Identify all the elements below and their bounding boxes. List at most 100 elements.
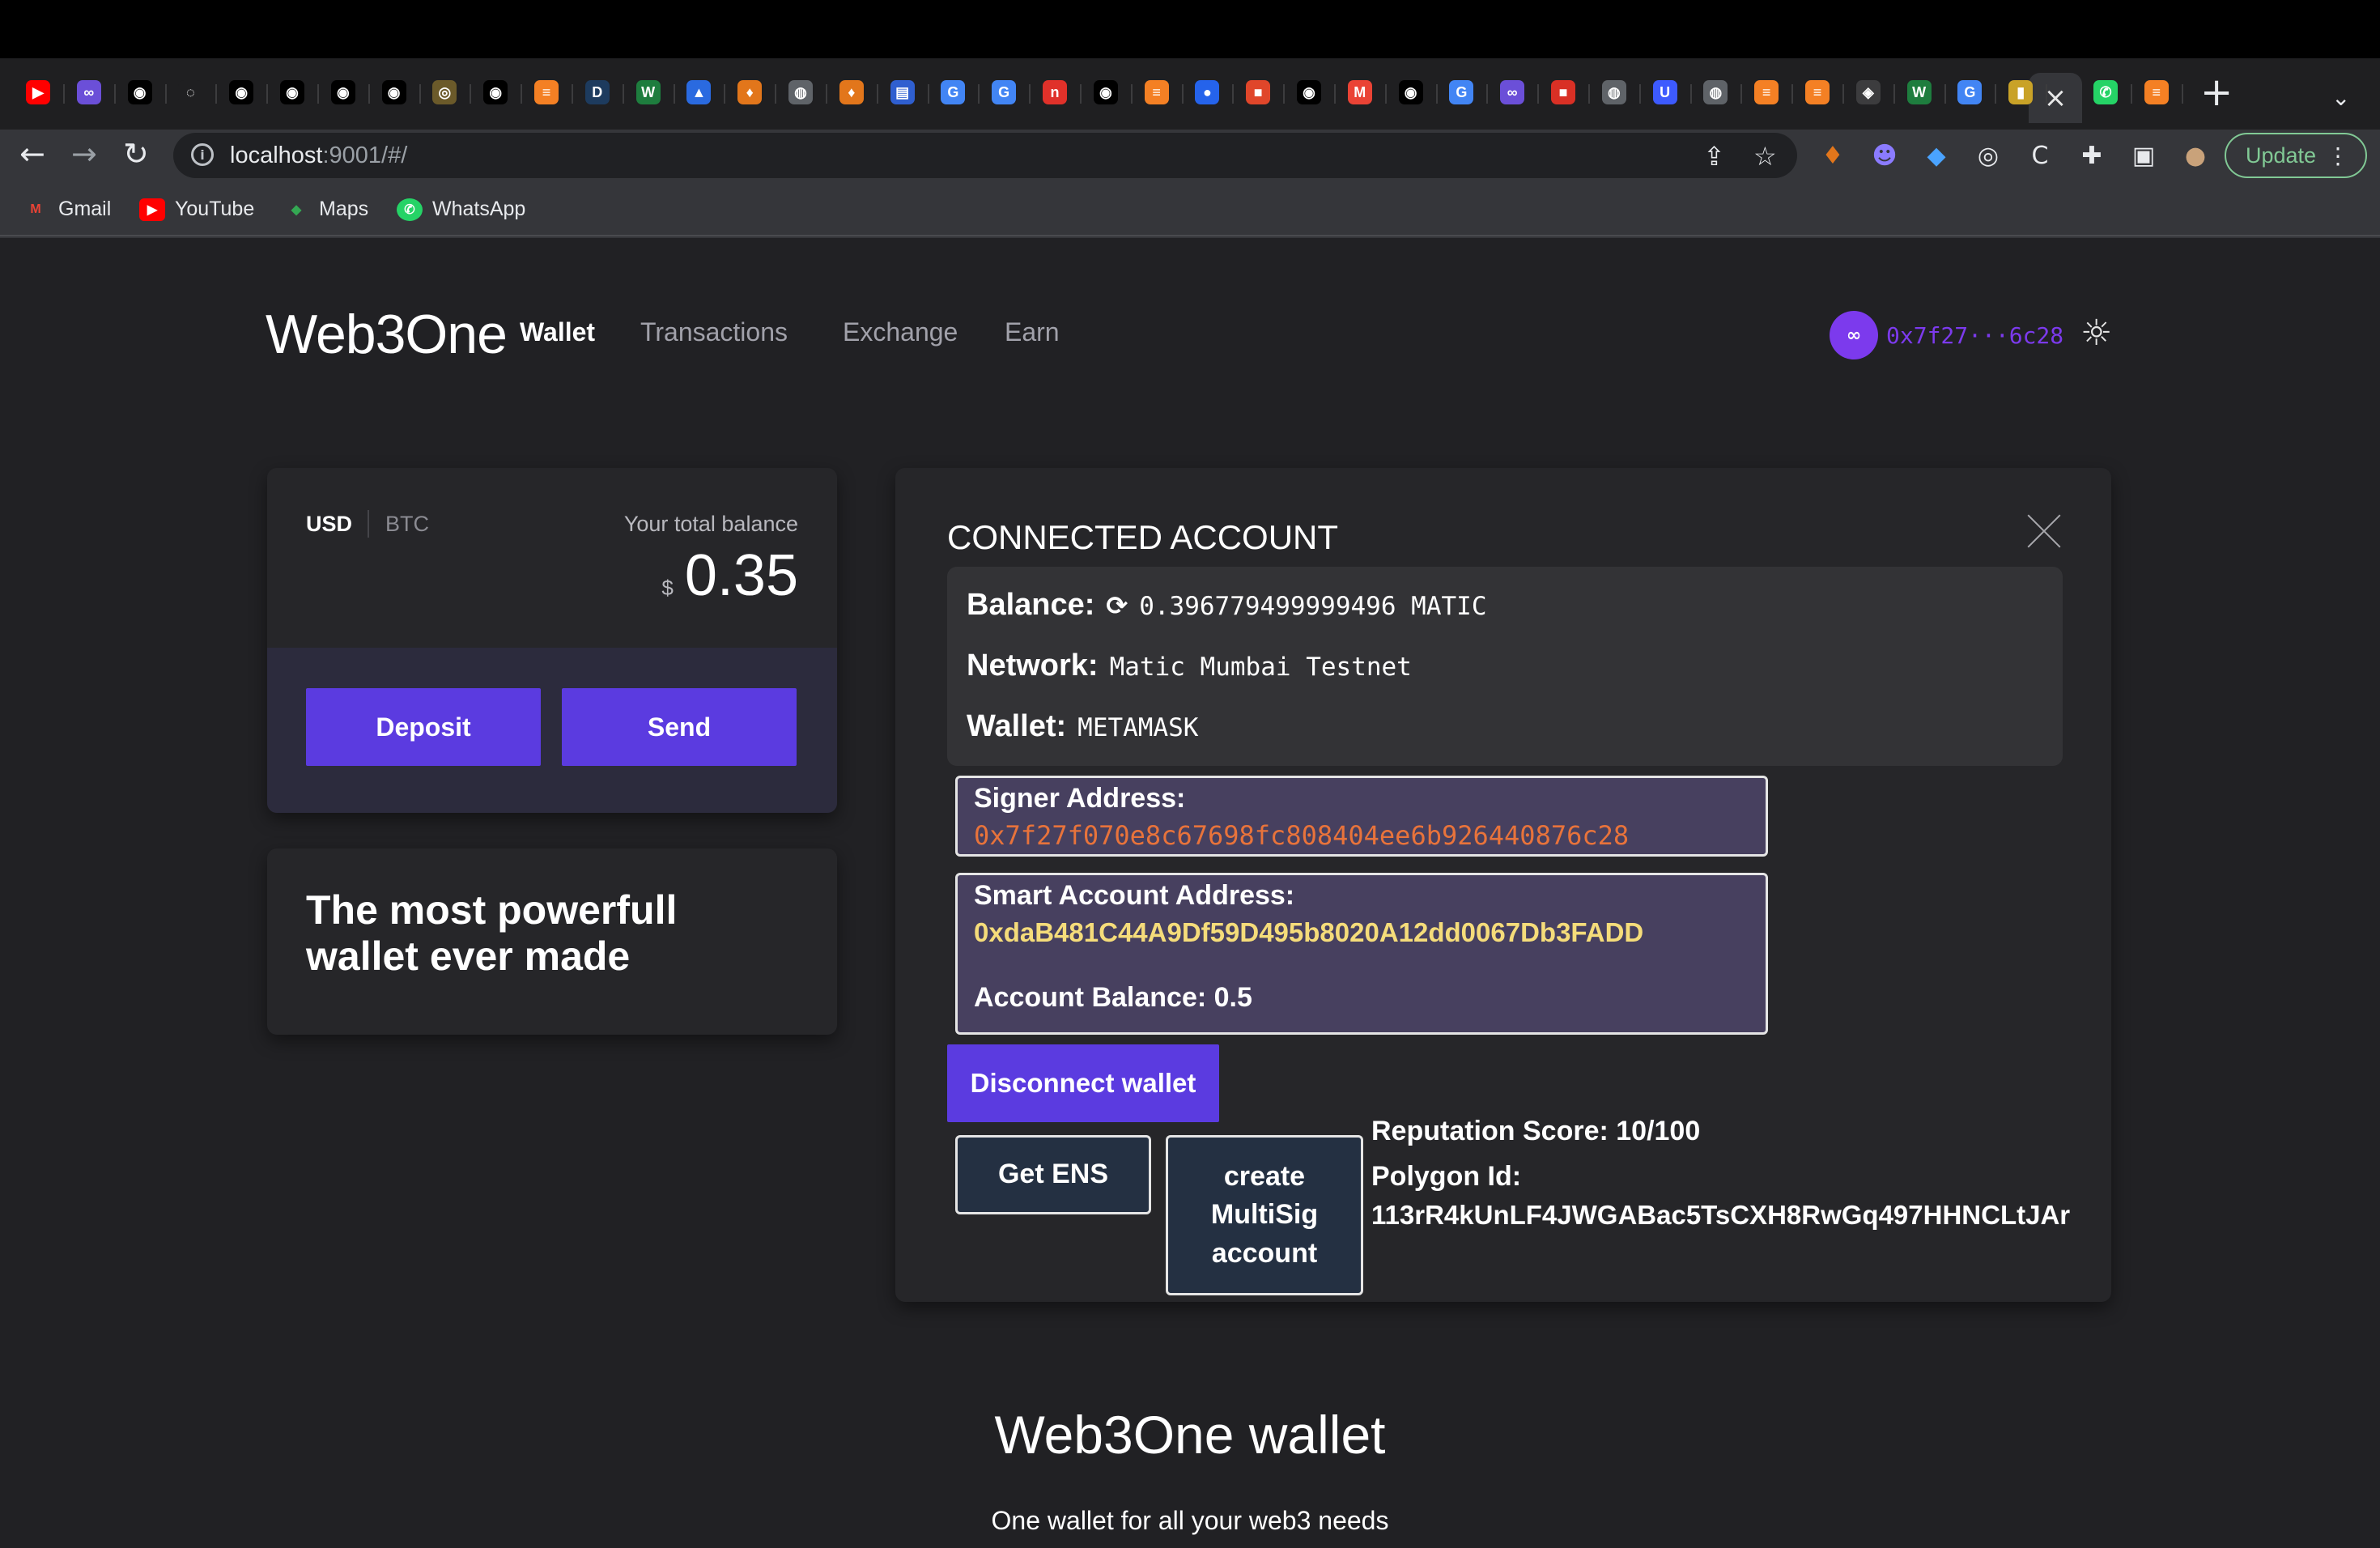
tab-metamask[interactable]: ♦	[726, 71, 773, 113]
currency-btc-tab[interactable]: BTC	[385, 512, 429, 537]
tab-flag[interactable]: ▮	[1997, 71, 2044, 113]
extensions-puzzle-icon[interactable]: ✚	[2076, 139, 2108, 172]
tab-github[interactable]: ◉	[1286, 71, 1332, 113]
ghost-extension-icon[interactable]: ☻	[1868, 139, 1901, 172]
tab-lock[interactable]: ■	[1540, 71, 1587, 113]
address-bar[interactable]	[173, 133, 1797, 178]
theme-toggle-sun-icon[interactable]: ☼	[2080, 316, 2112, 351]
tab-metamask[interactable]: ♦	[828, 71, 875, 113]
tab-search-icon[interactable]: ⌄	[2331, 84, 2350, 111]
tab-diamond[interactable]: ◈	[1845, 71, 1892, 113]
tab-infinity[interactable]: ∞	[66, 71, 113, 113]
tab-google[interactable]: G	[1438, 71, 1485, 113]
signer-address-label: Signer Address:	[974, 783, 1186, 814]
tab-github[interactable]: ◉	[371, 71, 418, 113]
tab-stackoverflow[interactable]: ≡	[1743, 71, 1790, 113]
tab-infinity[interactable]: ∞	[1489, 71, 1536, 113]
footer-title: Web3One wallet	[994, 1405, 1386, 1465]
tab-separator	[63, 84, 65, 104]
bookmark-gmail[interactable]: M Gmail	[23, 198, 111, 221]
tab-github[interactable]: ◉	[117, 71, 164, 113]
nav-earn[interactable]: Earn	[1005, 317, 1060, 347]
back-icon[interactable]: ←	[19, 136, 45, 172]
tab-github[interactable]: ◉	[1388, 71, 1434, 113]
tab-globe[interactable]: ◍	[1692, 71, 1739, 113]
tab-google[interactable]: G	[980, 71, 1027, 113]
polygon-id-value: 113rR4kUnLF4JWGABac5TsCXH8RwGq497HHNCLtJ…	[1371, 1200, 2071, 1230]
tab-gmail[interactable]: M	[1337, 71, 1383, 113]
circle-extension-icon[interactable]: ◎	[1972, 139, 2004, 172]
tab-triangle[interactable]: ▲	[675, 71, 722, 113]
update-button[interactable]: Update ⋮	[2225, 133, 2367, 178]
tab-github[interactable]: ◉	[269, 71, 316, 113]
bookmark-youtube[interactable]: ▶ YouTube	[139, 198, 254, 221]
refresh-icon[interactable]: ⟳	[1106, 590, 1128, 621]
currency-usd-tab[interactable]: USD	[306, 512, 352, 537]
wallet-value: METAMASK	[1077, 713, 1199, 742]
reload-icon[interactable]: ↻	[123, 136, 149, 172]
tab-stackoverflow[interactable]: ≡	[523, 71, 570, 113]
profile-avatar[interactable]: ●	[2179, 139, 2212, 172]
site-info-icon[interactable]: i	[191, 143, 214, 166]
smart-account-address[interactable]: 0xdaB481C44A9Df59D495b8020A12dd0067Db3FA…	[974, 917, 1643, 948]
url-text[interactable]: localhost:9001/#/	[230, 142, 407, 169]
tab-google[interactable]: G	[929, 71, 976, 113]
signer-address-box: Signer Address: 0x7f27f070e8c67698fc8084…	[955, 776, 1768, 857]
tab-github[interactable]: ◉	[320, 71, 367, 113]
send-button[interactable]: Send	[562, 688, 797, 766]
tab-red-square[interactable]: ■	[1235, 71, 1281, 113]
brand-logo[interactable]: Web3One	[266, 303, 508, 366]
tab-github[interactable]: ◉	[218, 71, 265, 113]
close-icon[interactable]	[2025, 512, 2063, 549]
account-address-short[interactable]: 0x7f27···6c28	[1886, 322, 2063, 349]
tab-loading[interactable]: ◌	[167, 71, 214, 113]
get-ens-button[interactable]: Get ENS	[955, 1135, 1151, 1214]
create-multisig-button[interactable]: create MultiSig account	[1166, 1135, 1363, 1295]
tab-globe[interactable]: ◍	[1591, 71, 1638, 113]
tab-separator	[775, 84, 777, 104]
forward-icon[interactable]: →	[71, 136, 97, 172]
tab-stackoverflow[interactable]: ≡	[2133, 71, 2180, 113]
metamask-extension-icon[interactable]: ♦	[1817, 139, 1849, 172]
c-extension-icon[interactable]: C	[2024, 139, 2056, 172]
nav-exchange[interactable]: Exchange	[843, 317, 958, 347]
gem-extension-icon[interactable]: ◆	[1920, 139, 1953, 172]
metamask-icon: ♦	[839, 80, 864, 104]
tab-coin[interactable]: ◎	[421, 71, 468, 113]
bookmark-whatsapp[interactable]: ✆ WhatsApp	[397, 198, 525, 221]
tab-n[interactable]: n	[1031, 71, 1078, 113]
bookmark-star-icon[interactable]: ☆	[1753, 141, 1777, 172]
deposit-button[interactable]: Deposit	[306, 688, 541, 766]
tab-whatsapp[interactable]: ✆	[2082, 71, 2129, 113]
bookmark-maps[interactable]: ◆ Maps	[283, 198, 368, 221]
tab-d[interactable]: D	[574, 71, 621, 113]
github-icon: ◉	[330, 80, 355, 104]
signer-address-value[interactable]: 0x7f27f070e8c67698fc808404ee6b926440876c…	[974, 820, 1629, 851]
tab-separator	[215, 84, 218, 104]
tab-github[interactable]: ◉	[472, 71, 519, 113]
network-value: Matic Mumbai Testnet	[1109, 653, 1412, 682]
new-tab-icon[interactable]: +	[2200, 73, 2233, 112]
disconnect-wallet-button[interactable]: Disconnect wallet	[947, 1044, 1219, 1122]
tab-blue-circle[interactable]: ●	[1184, 71, 1230, 113]
account-avatar-icon[interactable]: ∞	[1830, 311, 1878, 359]
tab-w3[interactable]: W	[625, 71, 672, 113]
tab-book[interactable]: ▤	[879, 71, 926, 113]
tab-google[interactable]: G	[1946, 71, 1993, 113]
nav-transactions[interactable]: Transactions	[640, 317, 788, 347]
side-panel-icon[interactable]: ▣	[2127, 139, 2160, 172]
tab-w3[interactable]: W	[1896, 71, 1943, 113]
tab-separator	[1486, 84, 1489, 104]
tab-github[interactable]: ◉	[1082, 71, 1129, 113]
tab-separator	[1893, 84, 1895, 104]
menu-dots-icon[interactable]: ⋮	[2327, 142, 2349, 169]
tab-u[interactable]: U	[1642, 71, 1689, 113]
share-icon[interactable]: ⇪	[1703, 141, 1725, 172]
tab-stackoverflow[interactable]: ≡	[1794, 71, 1841, 113]
tab-globe[interactable]: ◍	[777, 71, 824, 113]
nav-wallet[interactable]: Wallet	[520, 317, 595, 347]
tab-stackoverflow[interactable]: ≡	[1133, 71, 1180, 113]
tab-youtube[interactable]: ▶	[15, 71, 62, 113]
github-icon: ◉	[229, 80, 254, 104]
w3-icon: W	[635, 80, 661, 104]
